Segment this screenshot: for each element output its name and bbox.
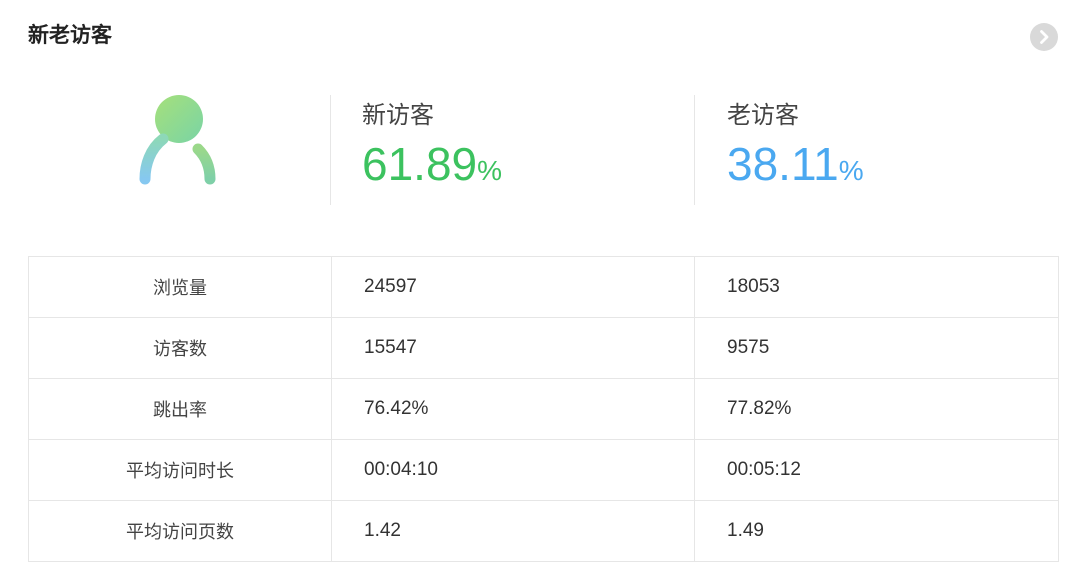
old-visitor-label: 老访客 <box>727 101 799 129</box>
new-visitor-percentage: 61.89% <box>362 138 502 202</box>
table-row: 平均访问页数 1.42 1.49 <box>28 500 1059 562</box>
divider <box>330 95 331 205</box>
new-visitor-unit: % <box>477 155 503 186</box>
metric-name: 访客数 <box>28 317 332 379</box>
metric-name: 跳出率 <box>28 378 332 440</box>
metric-name: 浏览量 <box>28 256 332 318</box>
metrics-table: 浏览量 24597 18053 访客数 15547 9575 跳出率 76.42… <box>28 256 1059 562</box>
table-row: 浏览量 24597 18053 <box>28 256 1059 318</box>
old-visitor-value: 38.11 <box>727 138 839 190</box>
chevron-right-icon <box>1040 30 1049 44</box>
table-row: 平均访问时长 00:04:10 00:05:12 <box>28 439 1059 501</box>
new-visitor-cell: 00:04:10 <box>331 439 695 501</box>
metric-name: 平均访问页数 <box>28 500 332 562</box>
new-visitor-cell: 15547 <box>331 317 695 379</box>
old-visitor-cell: 18053 <box>694 256 1059 318</box>
avatar-icon <box>136 93 220 187</box>
old-visitor-cell: 9575 <box>694 317 1059 379</box>
old-visitor-cell: 1.49 <box>694 500 1059 562</box>
new-visitor-stat: 新访客 61.89% <box>362 98 502 202</box>
old-visitor-cell: 00:05:12 <box>694 439 1059 501</box>
new-old-visitors-panel: 新老访客 新访客 61.89% 老访客 38.11% 浏览量 24597 180… <box>0 0 1080 587</box>
metric-name: 平均访问时长 <box>28 439 332 501</box>
old-visitor-unit: % <box>838 155 864 186</box>
new-visitor-cell: 24597 <box>331 256 695 318</box>
more-button[interactable] <box>1030 23 1058 51</box>
table-row: 跳出率 76.42% 77.82% <box>28 378 1059 440</box>
new-visitor-value: 61.89 <box>362 138 478 190</box>
old-visitor-cell: 77.82% <box>694 378 1059 440</box>
old-visitor-percentage: 38.11% <box>727 138 864 202</box>
old-visitor-stat: 老访客 38.11% <box>727 98 864 202</box>
new-visitor-cell: 76.42% <box>331 378 695 440</box>
new-visitor-label: 新访客 <box>362 101 434 129</box>
table-row: 访客数 15547 9575 <box>28 317 1059 379</box>
panel-title: 新老访客 <box>28 23 112 47</box>
new-visitor-cell: 1.42 <box>331 500 695 562</box>
divider <box>694 95 695 205</box>
